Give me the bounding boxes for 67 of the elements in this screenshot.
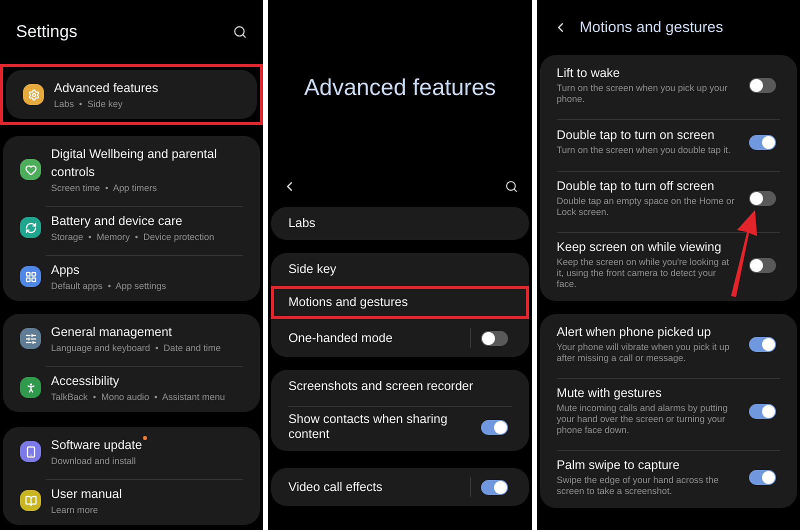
setting-description: Turn on the screen when you double tap it.: [556, 145, 732, 156]
toggle-switch[interactable]: [748, 258, 776, 272]
item-title: Labs: [288, 216, 316, 231]
setting-title: Alert when phone picked up: [556, 325, 712, 340]
settings-item[interactable]: User manual Learn more: [3, 476, 260, 525]
screen-title: Settings: [16, 22, 78, 42]
item-subtitle: Download and install: [51, 456, 137, 467]
item-title: Show contacts when sharing content: [288, 412, 448, 442]
setting-description: Turn on the screen when you pick up your phone.: [556, 83, 728, 105]
item-title: Accessibility: [51, 374, 120, 388]
toggle-switch[interactable]: [748, 134, 776, 150]
item-subtitle: Labs • Side key: [54, 99, 124, 110]
item-title: Battery and device care: [51, 214, 182, 228]
settings-item[interactable]: Battery and device care Storage • Memory • Device protection: [3, 203, 260, 252]
setting-title: Mute with gestures: [556, 386, 663, 401]
setting-description: Swipe the edge of your hand across the screen to take a screenshot.: [556, 475, 720, 497]
toggle-switch[interactable]: [480, 330, 508, 346]
item-subtitle: Storage • Memory • Device protection: [51, 232, 216, 243]
item-subtitle: Language and keyboard • Date and time: [51, 343, 222, 354]
setting-title: Lift to wake: [556, 66, 621, 81]
item-title: Video call effects: [288, 480, 384, 494]
item-subtitle: Default apps • App settings: [51, 281, 168, 292]
menu-item[interactable]: Screenshots and screen recorder: [271, 370, 529, 403]
screen-title: Motions and gestures: [580, 19, 724, 36]
item-title: User manual: [51, 487, 122, 501]
item-subtitle: Screen time • App timers: [51, 183, 158, 194]
item-subtitle: Learn more: [51, 505, 99, 516]
toggle-switch[interactable]: [748, 337, 776, 352]
toggle-switch[interactable]: [748, 78, 776, 93]
toggle-switch[interactable]: [748, 404, 776, 418]
item-title: Screenshots and screen recorder: [288, 379, 474, 394]
setting-title: Double tap to turn on screen: [556, 128, 716, 143]
item-title: One-handed mode: [288, 330, 394, 346]
settings-item[interactable]: Advanced features Labs • Side key: [6, 70, 258, 119]
settings-item[interactable]: General management Language and keyboard • Date and time: [3, 314, 260, 363]
setting-title: Palm swipe to capture: [556, 458, 681, 473]
page-title: Advanced features: [304, 74, 496, 101]
search-icon[interactable]: [504, 180, 518, 192]
menu-item[interactable]: One-handed mode: [271, 319, 529, 357]
menu-item[interactable]: Side key: [271, 253, 529, 286]
setting-description: Your phone will vibrate when you pick it up after missing a call or message.: [556, 342, 730, 364]
setting-title: Keep screen on while viewing: [556, 240, 722, 255]
menu-item[interactable]: Labs: [271, 207, 529, 240]
item-title: Software update: [51, 438, 142, 452]
item-title: Side key: [288, 262, 338, 277]
item-subtitle: TalkBack • Mono audio • Assistant menu: [51, 392, 226, 403]
menu-item[interactable]: Video call effects: [271, 468, 529, 506]
settings-item[interactable]: Digital Wellbeing and parental controls Screen time • App timers: [3, 136, 260, 203]
toggle-switch[interactable]: [748, 191, 776, 206]
toggle-switch[interactable]: [748, 470, 776, 485]
highlighted-menu-item[interactable]: Motions and gestures: [271, 286, 529, 319]
item-title: Motions and gestures: [288, 295, 409, 310]
item-title: Apps: [51, 263, 80, 277]
toggle-switch[interactable]: [480, 420, 508, 434]
settings-item[interactable]: Accessibility TalkBack • Mono audio • Assistant menu: [3, 363, 260, 412]
setting-title: Double tap to turn off screen: [556, 179, 716, 194]
setting-description: Mute incoming calls and alarms by putting your hand over the screen or turning your phone face down.: [556, 403, 729, 436]
menu-item[interactable]: Show contacts when sharing content: [271, 403, 529, 451]
settings-item[interactable]: Apps Default apps • App settings: [3, 252, 260, 301]
item-title: Digital Wellbeing and parental controls: [51, 147, 217, 179]
item-title: General management: [51, 325, 172, 339]
setting-description: Double tap an empty space on the Home or Lock screen.: [556, 196, 735, 218]
search-icon[interactable]: [233, 25, 248, 39]
settings-item[interactable]: Software update Download and install: [3, 427, 260, 476]
item-title: Advanced features: [54, 81, 158, 95]
setting-description: Keep the screen on while you're looking at it, using the front camera to detect your face.: [556, 257, 730, 290]
toggle-switch[interactable]: [480, 480, 508, 494]
